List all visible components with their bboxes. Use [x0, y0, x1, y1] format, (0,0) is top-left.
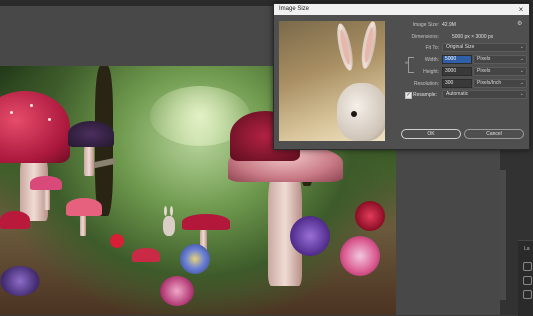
- resolution-input[interactable]: 300: [442, 79, 472, 88]
- mushroom-cap: [68, 121, 114, 147]
- rabbit: [163, 216, 175, 236]
- height-input[interactable]: 3000: [442, 67, 472, 76]
- fit-to-select[interactable]: Original Size ⌄: [442, 43, 527, 52]
- preview-rabbit-ear: [334, 22, 356, 72]
- rabbit-ear: [164, 206, 167, 216]
- width-input[interactable]: 5000: [442, 55, 472, 64]
- flower: [0, 266, 40, 296]
- layers-panel-label: La: [524, 246, 530, 252]
- chevron-down-icon: ⌄: [519, 44, 524, 50]
- height-label: Height:: [423, 69, 439, 75]
- resample-method-value: Automatic: [446, 91, 469, 97]
- preview-ear-inner: [338, 28, 352, 66]
- panel-icon[interactable]: [523, 276, 532, 285]
- width-unit-select[interactable]: Pixels ⌄: [473, 55, 527, 64]
- chevron-down-icon: ⌄: [519, 56, 524, 62]
- height-unit-value: Pixels: [477, 68, 491, 74]
- mushroom-cap: [132, 248, 160, 262]
- chevron-down-icon: ⌄: [519, 68, 524, 74]
- flower: [355, 201, 385, 231]
- rabbit-ear: [170, 206, 173, 216]
- ok-button[interactable]: OK: [401, 129, 461, 139]
- resolution-unit-value: Pixels/Inch: [477, 80, 502, 86]
- height-unit-select[interactable]: Pixels ⌄: [473, 67, 527, 76]
- flower: [290, 216, 330, 256]
- preview-rabbit-head: [337, 83, 385, 141]
- gear-icon[interactable]: ⚙: [517, 21, 522, 27]
- width-label: Width:: [424, 57, 439, 63]
- mushroom-cap: [0, 211, 30, 229]
- resample-label: Resample:: [413, 92, 437, 98]
- dock-scrollbar[interactable]: [500, 170, 506, 300]
- resolution-label: Resolution:: [413, 81, 439, 87]
- flower: [160, 276, 194, 306]
- chevron-down-icon: ⌄: [519, 80, 524, 86]
- width-unit-value: Pixels: [477, 56, 491, 62]
- cancel-button[interactable]: Cancel: [464, 129, 524, 139]
- mushroom-spot: [30, 104, 33, 107]
- panel-icon[interactable]: [523, 290, 532, 299]
- resolution-unit-select[interactable]: Pixels/Inch ⌄: [473, 79, 527, 88]
- dimensions-label: Dimensions:: [411, 34, 439, 40]
- resample-checkbox[interactable]: ✓: [405, 92, 412, 99]
- chevron-down-icon: ⌄: [519, 91, 524, 97]
- panel-icon[interactable]: [523, 262, 532, 271]
- mushroom-cap: [0, 91, 70, 163]
- mushroom-cap: [182, 214, 230, 230]
- mushroom-cap: [66, 198, 102, 216]
- image-size-label: Image Size:: [412, 22, 439, 28]
- close-icon[interactable]: ×: [516, 4, 526, 15]
- mushroom-spot: [48, 118, 51, 121]
- fit-to-label: Fit To:: [425, 45, 439, 51]
- mushroom-spot: [10, 111, 13, 114]
- dialog-titlebar[interactable]: Image Size ×: [274, 4, 529, 15]
- flower: [340, 236, 380, 276]
- image-size-dialog: Image Size × Image Size: 42.9M ⚙ Dimensi…: [273, 3, 530, 150]
- dialog-title: Image Size: [279, 6, 310, 12]
- preview-ear-inner: [362, 26, 376, 64]
- preview-rabbit-ear: [358, 21, 380, 70]
- dimensions-value[interactable]: 5000 px × 3000 px: [452, 34, 493, 40]
- image-preview[interactable]: [279, 21, 385, 141]
- image-size-value: 42.9M: [442, 22, 456, 28]
- resample-method-select[interactable]: Automatic ⌄: [442, 90, 527, 99]
- flower: [180, 244, 210, 274]
- flower: [110, 234, 124, 248]
- fit-to-value: Original Size: [446, 44, 475, 50]
- preview-rabbit-eye: [351, 111, 357, 117]
- mushroom-cap: [30, 176, 62, 190]
